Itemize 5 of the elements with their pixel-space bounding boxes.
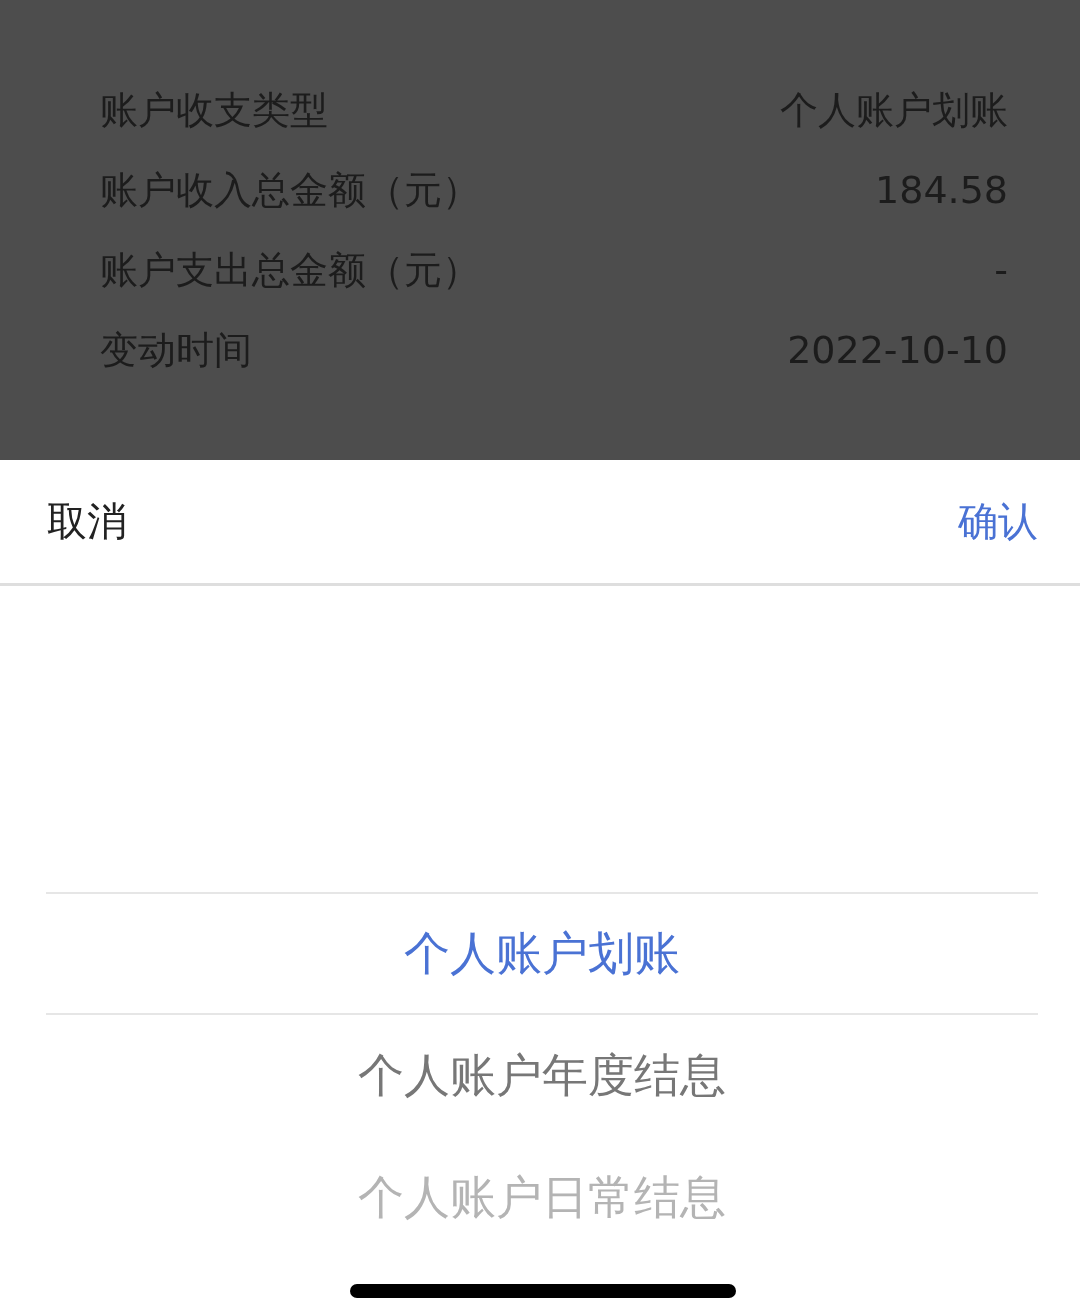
confirm-button[interactable]: 确认 — [958, 494, 1038, 549]
picker-option[interactable]: 个人账户年度结息 — [358, 1045, 726, 1107]
picker-option[interactable]: 个人账户划账 — [404, 922, 680, 985]
detail-value: - — [994, 248, 1008, 292]
cancel-button[interactable]: 取消 — [47, 494, 127, 549]
